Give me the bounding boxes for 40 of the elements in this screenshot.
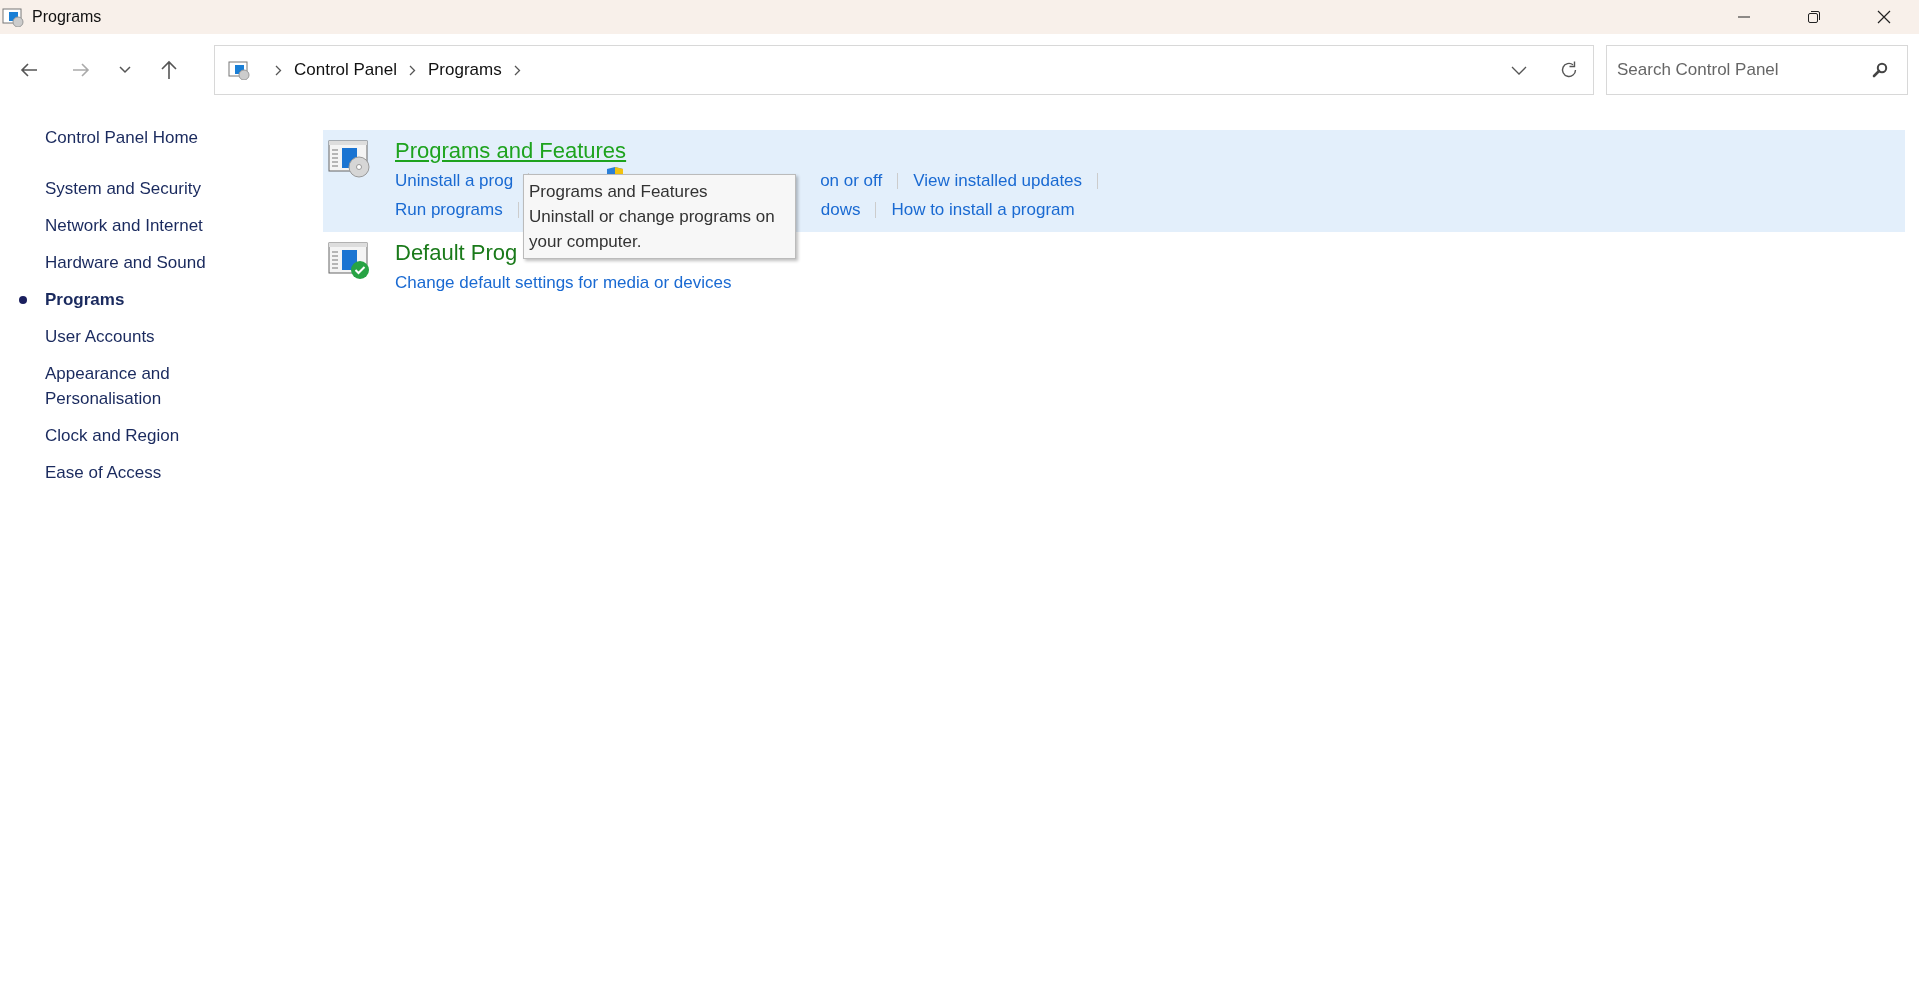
task-link[interactable]: dows	[820, 199, 861, 220]
program-check-icon	[328, 240, 370, 280]
task-link[interactable]: Change default settings for media or devices	[395, 272, 732, 293]
task-link[interactable]: Uninstall a prog	[395, 170, 514, 191]
breadcrumb[interactable]: Programs	[428, 60, 502, 80]
sidebar-link[interactable]: Ease of Access	[45, 460, 215, 485]
task-link[interactable]: View installed updates	[913, 170, 1083, 191]
tooltip-title: Programs and Features	[529, 181, 709, 203]
control-panel-icon	[2, 7, 24, 27]
sidebar-link[interactable]: User Accounts	[45, 324, 215, 349]
window-title: Programs	[32, 8, 102, 26]
task-link[interactable]: on or off	[820, 170, 883, 191]
refresh-icon[interactable]	[1559, 60, 1579, 80]
task-link[interactable]: Run programs	[395, 199, 503, 220]
sidebar-link[interactable]: Programs	[45, 287, 215, 312]
tooltip-text: Uninstall or change programs on your computer.	[529, 206, 776, 253]
chevron-icon	[275, 64, 282, 76]
close-icon	[1877, 10, 1891, 24]
address-bar[interactable]: Control Panel Programs	[214, 45, 1594, 95]
search-icon	[1872, 62, 1888, 78]
task-link[interactable]: How to install a program	[891, 199, 1075, 220]
forward-arrow-icon	[72, 62, 90, 78]
restore-icon	[1807, 10, 1821, 24]
sidebar-link[interactable]: Control Panel Home	[45, 126, 199, 150]
program-disc-icon	[328, 138, 370, 178]
category-title-link[interactable]: Default Prog	[395, 238, 518, 268]
sidebar-link[interactable]: System and Security	[45, 176, 215, 201]
chevron-icon	[513, 64, 521, 76]
breadcrumb[interactable]: Control Panel	[294, 60, 397, 80]
sidebar-link[interactable]: Network and Internet	[45, 213, 215, 238]
up-arrow-icon	[160, 60, 178, 80]
chevron-down-icon	[119, 66, 131, 74]
dropdown-icon[interactable]	[1511, 65, 1527, 75]
sidebar-link[interactable]: Hardware and Sound	[45, 250, 215, 275]
sidebar-link[interactable]: Clock and Region	[45, 423, 215, 448]
sidebar-link[interactable]: Appearance and Personalisation	[45, 361, 215, 411]
back-arrow-icon	[20, 62, 38, 78]
chevron-icon	[409, 64, 416, 76]
search-field[interactable]: Search Control Panel	[1606, 45, 1908, 95]
control-panel-icon	[227, 60, 251, 80]
